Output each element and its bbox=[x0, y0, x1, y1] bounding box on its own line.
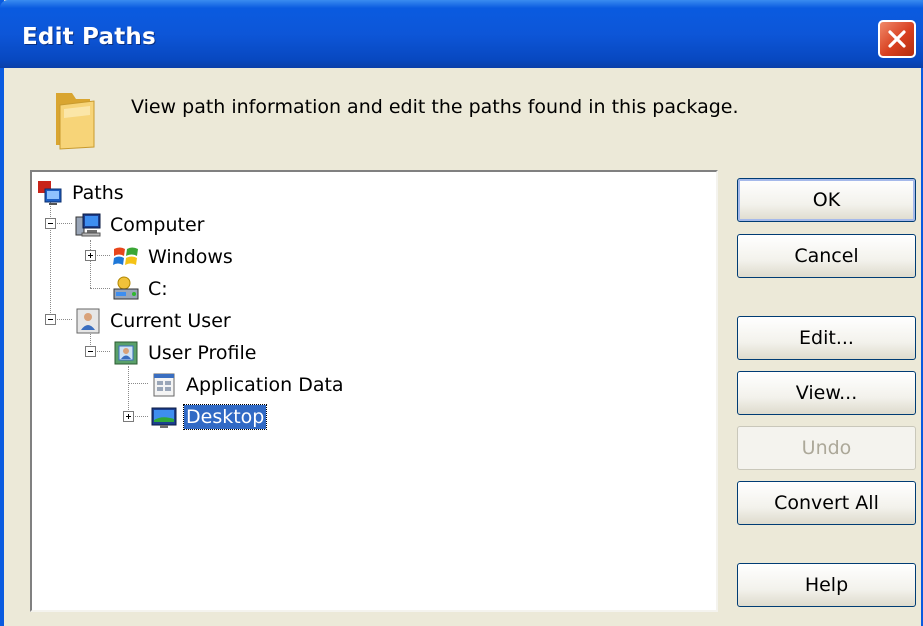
tree-node-label: Paths bbox=[72, 182, 124, 204]
cancel-button[interactable]: Cancel bbox=[737, 234, 916, 278]
close-icon bbox=[888, 30, 906, 48]
tree-node-windows[interactable]: Windows bbox=[112, 242, 235, 272]
tree-connector bbox=[90, 288, 110, 289]
tree-node-paths[interactable]: Paths bbox=[36, 178, 126, 208]
tree-node-c-drive[interactable]: C: bbox=[112, 274, 170, 304]
title-bar[interactable]: Edit Paths bbox=[0, 0, 923, 68]
tree-node-label: User Profile bbox=[148, 342, 257, 364]
header-description: View path information and edit the paths… bbox=[131, 96, 739, 118]
tree-node-application-data[interactable]: Application Data bbox=[150, 370, 346, 400]
windows-icon bbox=[113, 247, 138, 265]
expand-windows-toggle[interactable] bbox=[85, 250, 96, 261]
close-button[interactable] bbox=[878, 20, 916, 58]
edit-paths-dialog: Edit Paths View path information and edi… bbox=[0, 0, 923, 626]
tree-node-label: Computer bbox=[110, 214, 205, 236]
ok-button[interactable]: OK bbox=[737, 178, 916, 222]
tree-node-label: Desktop bbox=[182, 404, 268, 430]
paths-icon bbox=[38, 181, 62, 205]
help-button[interactable]: Help bbox=[737, 563, 916, 607]
tree-node-desktop[interactable]: Desktop bbox=[150, 402, 268, 432]
undo-button[interactable]: Undo bbox=[737, 426, 916, 470]
collapse-user-profile-toggle[interactable] bbox=[85, 346, 96, 357]
tree-node-computer[interactable]: Computer bbox=[74, 210, 206, 240]
tree-node-label: Current User bbox=[110, 310, 231, 332]
tree-node-user-profile[interactable]: User Profile bbox=[112, 338, 258, 368]
application-data-icon bbox=[153, 373, 175, 397]
tree-connector bbox=[128, 366, 129, 416]
user-profile-icon bbox=[114, 341, 138, 365]
tree-node-label: Windows bbox=[148, 246, 233, 268]
expand-desktop-toggle[interactable] bbox=[123, 411, 134, 422]
folder-icon bbox=[56, 93, 95, 150]
edit-button[interactable]: Edit... bbox=[737, 316, 916, 360]
user-icon bbox=[76, 308, 100, 334]
tree-node-current-user[interactable]: Current User bbox=[74, 306, 233, 336]
tree-connector bbox=[90, 240, 91, 288]
tree-node-label: C: bbox=[148, 278, 168, 300]
drive-icon bbox=[113, 276, 139, 300]
view-button[interactable]: View... bbox=[737, 371, 916, 415]
tree-connector bbox=[128, 383, 148, 384]
computer-icon bbox=[75, 213, 101, 237]
paths-tree[interactable]: Paths Computer Windows C: Current User U… bbox=[30, 170, 718, 612]
desktop-icon bbox=[151, 407, 177, 428]
collapse-current-user-toggle[interactable] bbox=[45, 314, 56, 325]
collapse-computer-toggle[interactable] bbox=[45, 218, 56, 229]
convert-all-button[interactable]: Convert All bbox=[737, 481, 916, 525]
tree-node-label: Application Data bbox=[186, 374, 344, 396]
window-title: Edit Paths bbox=[22, 24, 156, 50]
